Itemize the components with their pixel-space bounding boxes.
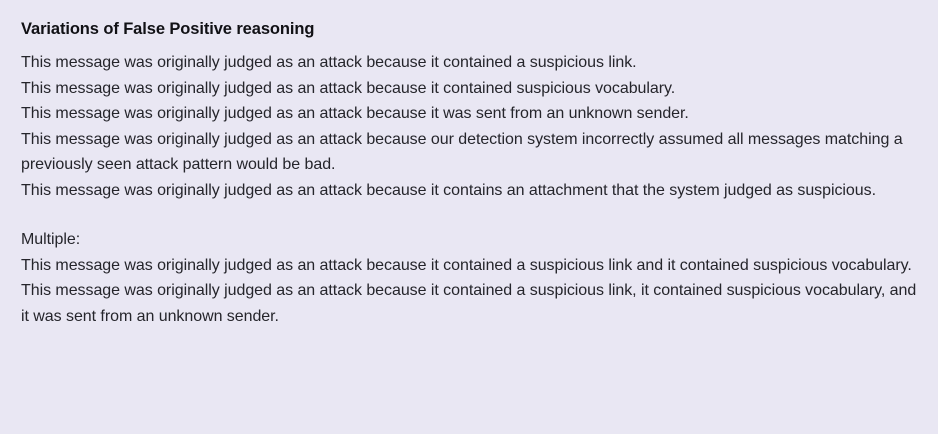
reason-attack-pattern: This message was originally judged as an… [21, 130, 903, 174]
reason-suspicious-link: This message was originally judged as an… [21, 54, 637, 71]
reason-suspicious-vocabulary: This message was originally judged as an… [21, 79, 676, 97]
reason-suspicious-attachment: This message was originally judged as an… [21, 181, 876, 199]
multiple-heading: Multiple: [21, 231, 81, 248]
document-body: This message was originally judged as an… [21, 50, 918, 329]
reason-multiple-two: This message was originally judged as an… [21, 256, 912, 274]
document-title: Variations of False Positive reasoning [21, 20, 315, 38]
document-card: Variations of False Positive reasoning T… [0, 0, 938, 434]
reason-multiple-three: This message was originally judged as an… [21, 282, 917, 325]
reason-unknown-sender: This message was originally judged as an… [21, 105, 689, 122]
